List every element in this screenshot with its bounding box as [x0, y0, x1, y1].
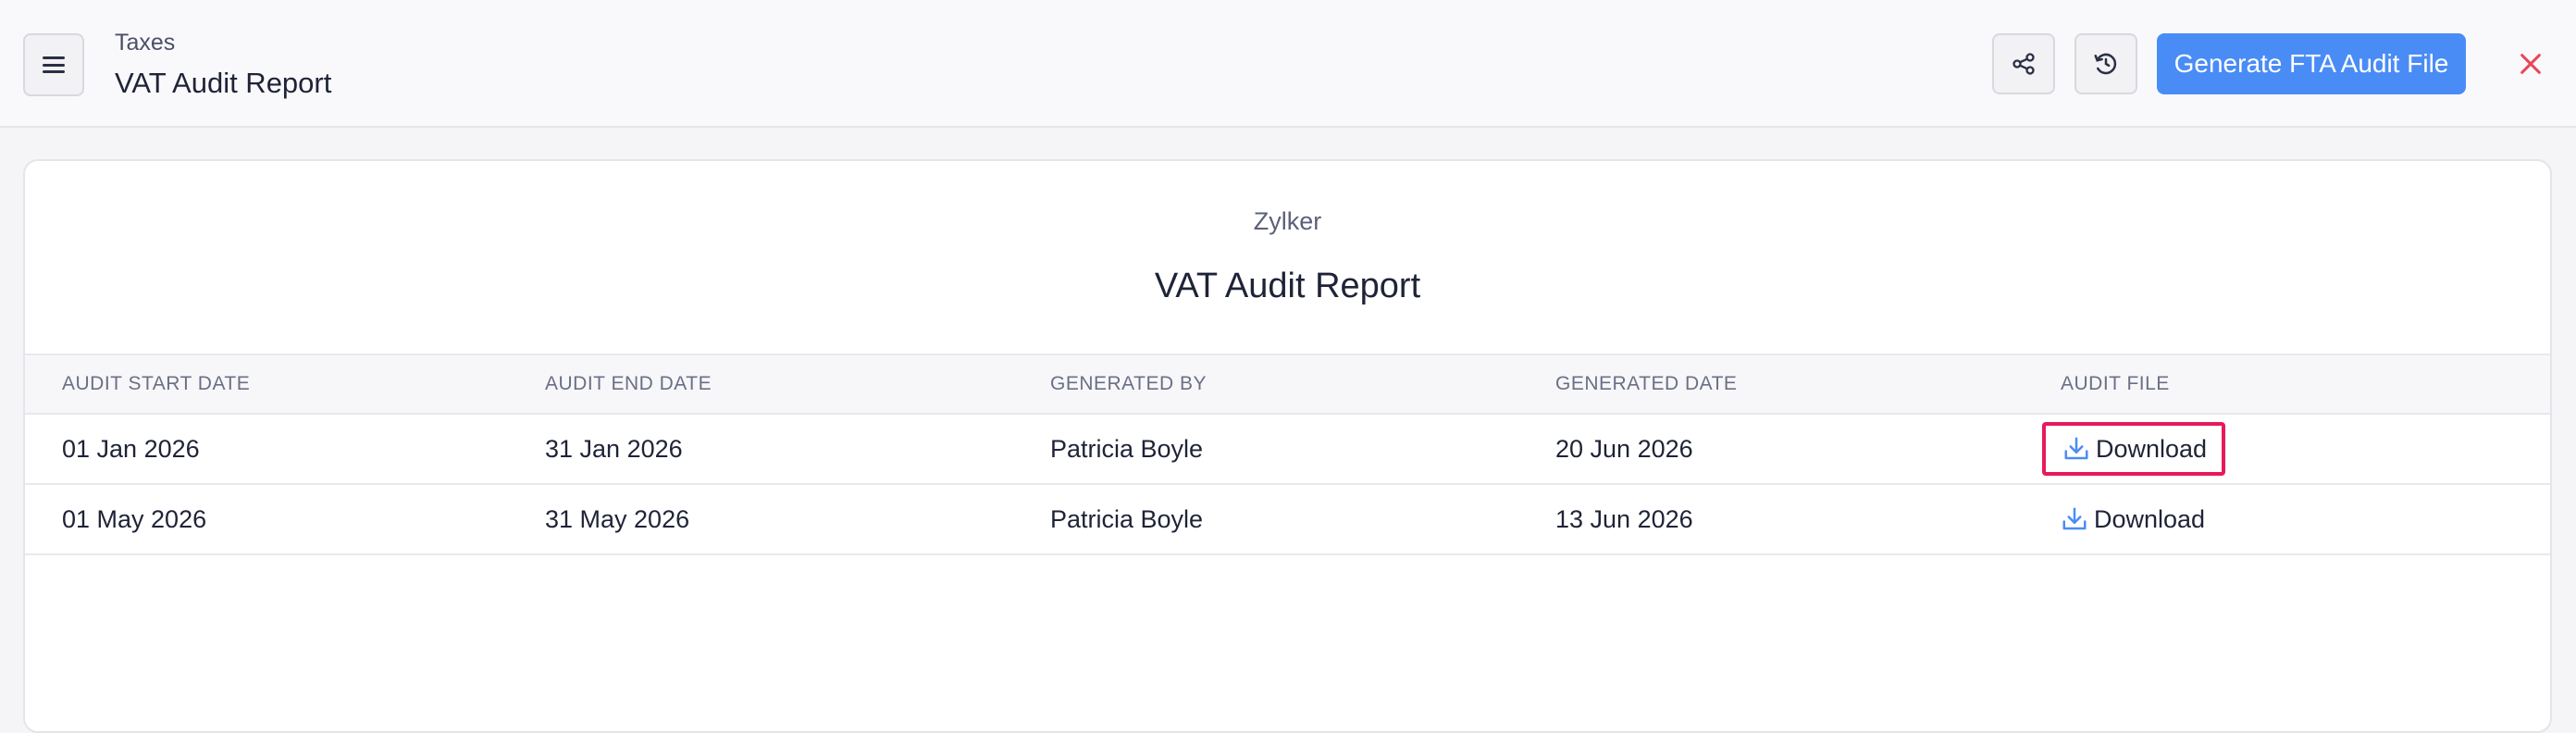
- menu-icon: [43, 56, 65, 73]
- download-icon: [2064, 437, 2088, 460]
- download-label: Download: [2096, 435, 2208, 463]
- table-row: 01 Jan 2026 31 Jan 2026 Patricia Boyle 2…: [25, 415, 2550, 485]
- table-row: 01 May 2026 31 May 2026 Patricia Boyle 1…: [25, 485, 2550, 555]
- page-title: VAT Audit Report: [115, 67, 332, 99]
- download-icon: [2062, 507, 2087, 530]
- close-button[interactable]: [2513, 46, 2548, 81]
- column-header-generated-date: GENERATED DATE: [1555, 373, 1738, 394]
- page-header: Taxes VAT Audit Report Generate FTA Audi…: [0, 0, 2576, 128]
- column-header-generated-by: GENERATED BY: [1050, 373, 1207, 394]
- column-header-audit-file: AUDIT FILE: [2061, 373, 2170, 394]
- share-icon: [2012, 53, 2035, 75]
- table-header: AUDIT START DATE AUDIT END DATE GENERATE…: [25, 354, 2550, 415]
- generated-date: 13 Jun 2026: [1555, 505, 1693, 533]
- breadcrumb[interactable]: Taxes: [115, 30, 175, 56]
- audit-end-date: 31 Jan 2026: [545, 435, 683, 463]
- history-button[interactable]: [2074, 33, 2137, 94]
- report-title: VAT Audit Report: [1154, 267, 1421, 305]
- column-header-audit-end-date: AUDIT END DATE: [545, 373, 712, 394]
- generated-by: Patricia Boyle: [1050, 435, 1204, 463]
- download-link[interactable]: Download: [2061, 485, 2205, 553]
- download-link[interactable]: Download: [2042, 422, 2226, 476]
- generate-fta-audit-file-button[interactable]: Generate FTA Audit File: [2157, 33, 2466, 94]
- organization-name: Zylker: [1253, 207, 1322, 235]
- audit-start-date: 01 Jan 2026: [62, 435, 200, 463]
- report-card: Zylker VAT Audit Report AUDIT START DATE…: [23, 159, 2552, 733]
- audit-table: AUDIT START DATE AUDIT END DATE GENERATE…: [25, 354, 2550, 555]
- menu-button[interactable]: [23, 33, 84, 96]
- share-button[interactable]: [1992, 33, 2055, 94]
- column-header-audit-start-date: AUDIT START DATE: [62, 373, 251, 394]
- audit-end-date: 31 May 2026: [545, 505, 690, 533]
- audit-file-cell: Download: [2061, 485, 2205, 553]
- close-icon: [2520, 54, 2541, 74]
- history-icon: [2094, 53, 2117, 75]
- generated-by: Patricia Boyle: [1050, 505, 1204, 533]
- generated-date: 20 Jun 2026: [1555, 435, 1693, 463]
- download-label: Download: [2094, 505, 2206, 533]
- audit-start-date: 01 May 2026: [62, 505, 207, 533]
